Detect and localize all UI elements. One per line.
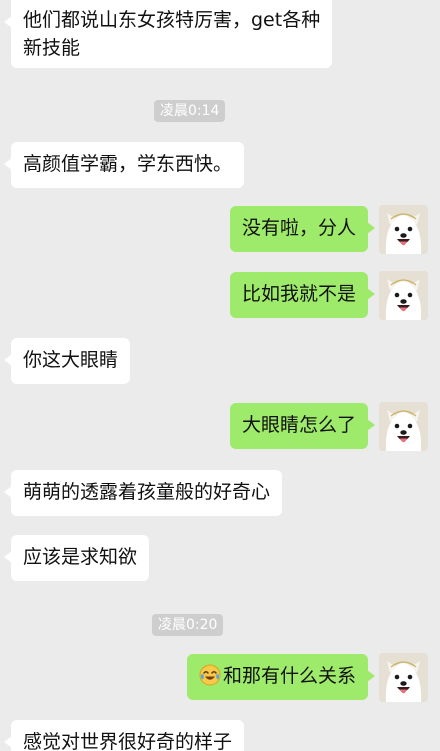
message-bubble-sent[interactable]: 没有啦，分人 bbox=[229, 206, 376, 252]
message-text: 萌萌的透露着孩童般的好奇心 bbox=[23, 481, 271, 503]
message-bubble-received[interactable]: 高颜值学霸，学东西快。 bbox=[3, 142, 245, 188]
message-bubble-received[interactable]: 应该是求知欲 bbox=[3, 535, 150, 581]
message-text: 大眼睛怎么了 bbox=[241, 414, 356, 436]
timestamp-label: 凌晨0:14 bbox=[154, 100, 226, 122]
message-text: 感觉对世界很好奇的样子 bbox=[23, 731, 233, 751]
laughing-crying-emoji-icon bbox=[199, 664, 221, 686]
message-bubble-sent[interactable]: 大眼睛怎么了 bbox=[229, 403, 376, 449]
chat-window[interactable]: 他们都说山东女孩特厉害，get各种 新技能 凌晨0:14 高颜值学霸，学东西快。… bbox=[0, 0, 440, 751]
timestamp-label: 凌晨0:20 bbox=[152, 614, 224, 636]
message-text: 你这大眼睛 bbox=[23, 349, 119, 371]
message-text-line: 新技能 bbox=[23, 37, 81, 59]
message-text: 比如我就不是 bbox=[241, 283, 356, 305]
user-avatar[interactable] bbox=[379, 653, 428, 702]
samoyed-dog-icon bbox=[379, 205, 428, 254]
message-bubble-received[interactable]: 你这大眼睛 bbox=[3, 338, 131, 384]
message-bubble-sent[interactable]: 比如我就不是 bbox=[229, 272, 376, 318]
samoyed-dog-icon bbox=[379, 271, 428, 320]
message-text: 应该是求知欲 bbox=[23, 546, 138, 568]
message-bubble-sent[interactable]: 和那有什么关系 bbox=[186, 654, 376, 700]
message-bubble-received[interactable]: 萌萌的透露着孩童般的好奇心 bbox=[3, 470, 283, 516]
samoyed-dog-icon bbox=[379, 653, 428, 702]
message-bubble-received[interactable]: 他们都说山东女孩特厉害，get各种 新技能 bbox=[3, 0, 333, 68]
message-text: 没有啦，分人 bbox=[241, 217, 356, 239]
message-text: 和那有什么关系 bbox=[222, 665, 356, 687]
user-avatar[interactable] bbox=[379, 271, 428, 320]
message-text: 高颜值学霸，学东西快。 bbox=[23, 153, 233, 175]
message-text-line: 他们都说山东女孩特厉害，get各种 bbox=[23, 9, 321, 31]
user-avatar[interactable] bbox=[379, 402, 428, 451]
user-avatar[interactable] bbox=[379, 205, 428, 254]
samoyed-dog-icon bbox=[379, 402, 428, 451]
message-bubble-received[interactable]: 感觉对世界很好奇的样子 bbox=[3, 720, 245, 751]
